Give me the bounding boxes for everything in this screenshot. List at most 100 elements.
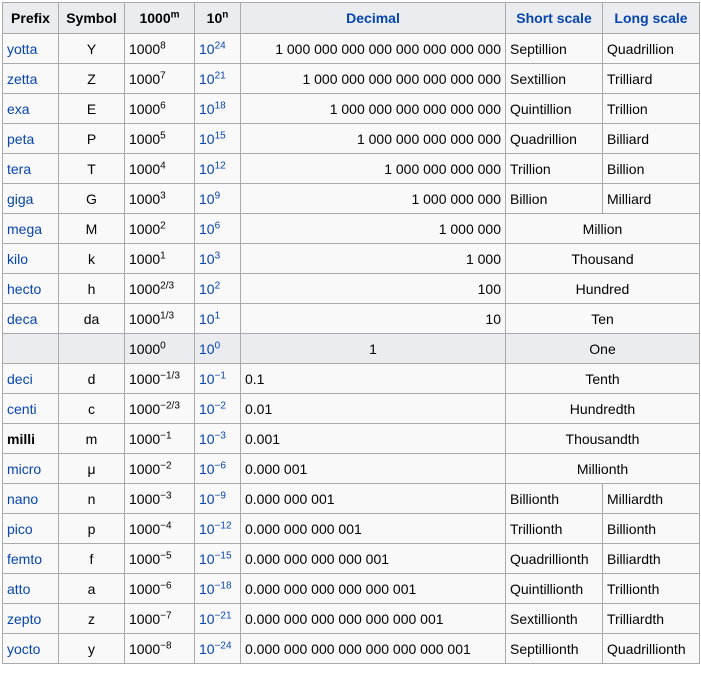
- power-of-ten-link[interactable]: 109: [199, 190, 220, 206]
- long-scale-cell: Quadrillion: [602, 33, 700, 64]
- thousand-exponent: −1/3: [160, 369, 180, 381]
- power-of-ten-cell: 1021: [194, 63, 241, 94]
- decimal-cell: 0.000 000 001: [240, 483, 506, 514]
- power-of-ten-link[interactable]: 10−12: [199, 519, 232, 536]
- power-of-thousand-cell: 10005: [124, 123, 195, 154]
- ten-base: 10: [199, 70, 215, 87]
- power-of-ten-link[interactable]: 106: [199, 220, 220, 237]
- prefix-cell: mega: [2, 213, 59, 244]
- power-of-ten-link[interactable]: 1021: [199, 69, 226, 87]
- power-of-ten-cell: 10−9: [194, 483, 241, 514]
- prefix-link[interactable]: centi: [7, 401, 37, 417]
- prefix-link[interactable]: kilo: [7, 251, 28, 267]
- scale-name-cell: Thousand: [505, 243, 700, 274]
- scale-name-cell: Hundredth: [505, 393, 700, 424]
- thousand-exponent: 1: [160, 249, 166, 261]
- prefix-link[interactable]: zepto: [7, 611, 41, 627]
- prefix-link[interactable]: exa: [7, 101, 30, 117]
- power-of-ten-link[interactable]: 10−2: [199, 400, 226, 416]
- prefix-cell: yotta: [2, 33, 59, 64]
- power-of-ten-link[interactable]: 10−3: [199, 430, 226, 446]
- power-of-ten-link[interactable]: 10−6: [199, 459, 226, 476]
- thousand-exponent: −3: [160, 489, 172, 501]
- prefix-link[interactable]: pico: [7, 521, 33, 537]
- symbol-cell: G: [58, 183, 125, 214]
- prefix-link[interactable]: mega: [7, 221, 42, 237]
- symbol-cell: P: [58, 123, 125, 154]
- table-body: yotta Y 10008 1024 1 000 000 000 000 000 000…: [2, 33, 700, 664]
- header-symbol[interactable]: Symbol: [58, 2, 125, 34]
- prefix-link[interactable]: micro: [7, 461, 41, 477]
- decimal-cell: 1: [240, 333, 506, 364]
- prefix-link[interactable]: nano: [7, 491, 38, 507]
- power-of-ten-link[interactable]: 1018: [199, 100, 226, 116]
- decimal-cell: 0.1: [240, 363, 506, 394]
- ten-exponent: 21: [214, 69, 226, 81]
- power-of-ten-link[interactable]: 10−9: [199, 490, 226, 507]
- prefix-link[interactable]: deca: [7, 311, 37, 327]
- header-short-scale-link[interactable]: Short scale: [505, 2, 603, 34]
- header-prefix[interactable]: Prefix: [2, 2, 59, 34]
- power-of-ten-link[interactable]: 1024: [199, 40, 226, 56]
- prefix-link[interactable]: femto: [7, 551, 42, 567]
- table-row: milli m 1000−1 10−3 0.001 Thousandth: [2, 423, 700, 454]
- power-of-ten-link[interactable]: 10−21: [199, 610, 232, 627]
- header-ten-base: 10: [206, 10, 223, 26]
- prefix-link[interactable]: atto: [7, 581, 30, 597]
- power-of-ten-link[interactable]: 10−18: [199, 580, 232, 596]
- table-row: nano n 1000−3 10−9 0.000 000 001 Billionth Mil…: [2, 483, 700, 514]
- prefix-link[interactable]: peta: [7, 131, 34, 147]
- power-of-thousand-cell: 10001/3: [124, 303, 195, 334]
- prefix-link[interactable]: hecto: [7, 281, 41, 297]
- table-row: hecto h 10002/3 102 100 Hundred: [2, 273, 700, 304]
- ten-exponent: −12: [214, 519, 232, 531]
- short-scale-cell: Billion: [505, 183, 603, 214]
- prefix-link[interactable]: tera: [7, 161, 31, 177]
- long-scale-cell: Trillionth: [602, 573, 700, 604]
- ten-base: 10: [199, 220, 215, 237]
- power-of-ten-cell: 102: [194, 273, 241, 304]
- long-scale-cell: Milliardth: [602, 483, 700, 514]
- power-of-ten-link[interactable]: 10−24: [199, 639, 232, 656]
- symbol-cell: T: [58, 153, 125, 184]
- decimal-cell: 100: [240, 273, 506, 304]
- header-thousand-exp: m: [170, 9, 180, 21]
- thousand-exponent: 2: [160, 219, 166, 231]
- prefix-link[interactable]: yotta: [7, 41, 37, 57]
- header-power-of-ten[interactable]: 10n: [194, 2, 241, 34]
- power-of-ten-link[interactable]: 101: [199, 310, 220, 326]
- prefix-cell: nano: [2, 483, 59, 514]
- header-power-of-thousand[interactable]: 1000m: [124, 2, 195, 34]
- power-of-ten-link[interactable]: 10−15: [199, 550, 232, 566]
- prefix-link[interactable]: zetta: [7, 71, 37, 87]
- si-prefix-table-container: Prefix Symbol 1000m 10n Decimal Short sc…: [0, 0, 701, 664]
- ten-base: 10: [199, 370, 215, 387]
- prefix-cell: exa: [2, 93, 59, 124]
- ten-exponent: −6: [214, 459, 226, 471]
- table-row: peta P 10005 1015 1 000 000 000 000 000 Quadr…: [2, 123, 700, 154]
- prefix-cell: deca: [2, 303, 59, 334]
- long-scale-cell: Trilliard: [602, 63, 700, 94]
- prefix-link[interactable]: yocto: [7, 641, 40, 657]
- thousand-base: 1000: [129, 550, 161, 567]
- prefix-link[interactable]: giga: [7, 191, 33, 207]
- power-of-ten-link[interactable]: 1012: [199, 160, 226, 176]
- power-of-thousand-cell: 10006: [124, 93, 195, 124]
- power-of-ten-link[interactable]: 10−1: [199, 370, 226, 387]
- thousand-exponent: −1: [160, 429, 172, 441]
- power-of-ten-link[interactable]: 1015: [199, 130, 226, 146]
- ten-base: 10: [199, 610, 215, 627]
- table-row: mega M 10002 106 1 000 000 Million: [2, 213, 700, 244]
- prefix-cell: milli: [2, 423, 59, 454]
- header-decimal-link[interactable]: Decimal: [240, 2, 506, 34]
- prefix-cell: centi: [2, 393, 59, 424]
- table-row: exa E 10006 1018 1 000 000 000 000 000 000 Qu…: [2, 93, 700, 124]
- power-of-ten-link[interactable]: 103: [199, 250, 220, 266]
- power-of-ten-link[interactable]: 100: [199, 340, 220, 356]
- ten-base: 10: [199, 490, 215, 507]
- ten-exponent: −24: [214, 639, 232, 651]
- prefix-link[interactable]: deci: [7, 371, 33, 387]
- power-of-ten-link[interactable]: 102: [199, 280, 220, 296]
- header-long-scale-link[interactable]: Long scale: [602, 2, 700, 34]
- decimal-cell: 1 000 000 000 000 000: [240, 123, 506, 154]
